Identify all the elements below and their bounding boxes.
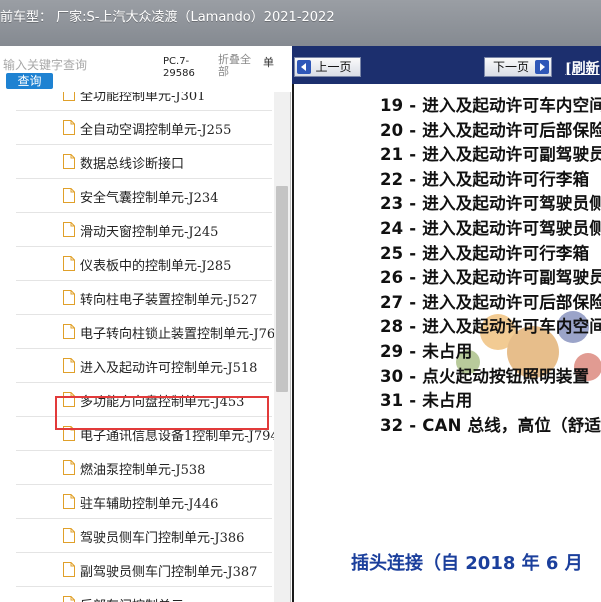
window-title: 前车型： 厂家:S-上汽大众凌渡（Lamando）2021-2022 (0, 10, 335, 25)
tree-item-label: 驾驶员侧车门控制单元-J386 (80, 531, 245, 546)
tree-item-label: 电子转向柱锁止装置控制单元-J764 (80, 327, 274, 342)
pin-line: 32 - CAN 总线，高位（舒适 (380, 415, 601, 435)
search-area: 查询 PC.7-29586 折叠全部 单 (0, 46, 291, 92)
document-icon (63, 92, 75, 101)
document-icon (63, 120, 75, 135)
document-icon (63, 222, 75, 237)
tree-item-label: 数据总线诊断接口 (80, 157, 185, 172)
pin-line: 21 - 进入及起动许可副驾驶员侧 (380, 145, 601, 165)
tree-item-label: 驻车辅助控制单元-J446 (80, 497, 219, 512)
tree-item[interactable]: 数据总线诊断接口 (16, 145, 272, 179)
tree-item[interactable]: 副驾驶员侧车门控制单元-J387 (16, 553, 272, 587)
pin-line: 29 - 未占用 (380, 342, 473, 361)
document-panel: 上一页 下一页 [刷新 19 - 进入及起动许可车内空间 20 - 进入及起动许可… (292, 46, 601, 602)
pin-line: 22 - 进入及起动许可行李箱 (380, 169, 590, 189)
page-toolbar: 上一页 下一页 [刷新 (292, 46, 601, 84)
tree-item[interactable]: 全功能控制单元-J301 (16, 92, 272, 111)
tree-item[interactable]: 安全气囊控制单元-J234 (16, 179, 272, 213)
pin-line: 24 - 进入及起动许可驾驶员侧 (380, 219, 601, 238)
tree-item-label: 燃油泵控制单元-J538 (80, 463, 206, 478)
document-icon (63, 188, 75, 203)
document-icon (63, 290, 75, 305)
tree-item-label: 仪表板中的控制单元-J285 (80, 259, 232, 274)
pin-line: 25 - 进入及起动许可行李箱 (380, 243, 590, 263)
unit-column-label: 单 (263, 56, 274, 69)
document-icon (63, 494, 75, 509)
document-icon (63, 460, 75, 475)
document-border (292, 84, 294, 602)
tree-item-label: 安全气囊控制单元-J234 (80, 191, 219, 206)
search-input[interactable] (3, 56, 158, 73)
pc-code-label: PC.7-29586 (163, 56, 195, 79)
pin-line: 28 - 进入及起动许可车内空间 (380, 317, 601, 337)
tree-item[interactable]: 仪表板中的控制单元-J285 (16, 247, 272, 281)
pin-line: 27 - 进入及起动许可后部保险杠 (380, 292, 601, 312)
collapse-all-button[interactable]: 折叠全部 (218, 54, 258, 78)
document-icon (63, 324, 75, 339)
tree-item-selected[interactable]: 进入及起动许可控制单元-J518 (16, 349, 272, 383)
tree-item-label: 进入及起动许可控制单元-J518 (80, 361, 258, 376)
pin-line: 30 - 点火起动按钮照明装置 (380, 366, 590, 386)
pin-line: 20 - 进入及起动许可后部保险杠 (380, 120, 601, 140)
prev-page-button[interactable]: 上一页 (294, 57, 361, 77)
tree-item[interactable]: 驻车辅助控制单元-J446 (16, 485, 272, 519)
tree-item-label: 全自动空调控制单元-J255 (80, 123, 232, 138)
tree-item-label: 后部车门控制单元 (80, 595, 184, 602)
tree-item[interactable]: 燃油泵控制单元-J538 (16, 451, 272, 485)
tree-item[interactable]: 全自动空调控制单元-J255 (16, 111, 272, 145)
tree-item[interactable]: 电子转向柱锁止装置控制单元-J764 (16, 315, 274, 349)
tree-item-label: 副驾驶员侧车门控制单元-J387 (80, 565, 258, 580)
document-view: 19 - 进入及起动许可车内空间 20 - 进入及起动许可后部保险杠 21 - 进入… (292, 84, 601, 602)
component-tree: 全功能控制单元-J301 全自动空调控制单元-J255 数据总线诊断接口安全气囊控制… (0, 92, 274, 602)
document-icon (63, 358, 75, 373)
tree-item[interactable]: 后部车门控制单元 (16, 587, 272, 602)
tree-item-label: 转向柱电子装置控制单元-J527 (80, 293, 258, 308)
pin-line: 31 - 未占用 (380, 391, 473, 411)
document-icon (63, 154, 75, 169)
document-icon (63, 256, 75, 271)
tree-item-label: 全功能控制单元-J301 (80, 92, 206, 104)
arrow-right-icon (535, 60, 549, 74)
title-bar: 前车型： 厂家:S-上汽大众凌渡（Lamando）2021-2022 (0, 0, 601, 46)
tree-item[interactable]: 驾驶员侧车门控制单元-J386 (16, 519, 272, 553)
document-icon (63, 596, 75, 602)
selection-highlight (55, 396, 269, 430)
pin-line: 19 - 进入及起动许可车内空间 (380, 96, 601, 115)
refresh-link[interactable]: [刷新 (565, 58, 600, 78)
document-icon (63, 562, 75, 577)
tree-scrollbar[interactable] (274, 92, 290, 602)
next-page-button[interactable]: 下一页 (484, 57, 552, 77)
pin-line: 23 - 进入及起动许可驾驶员侧 (380, 194, 601, 214)
document-icon (63, 528, 75, 543)
tree-item[interactable]: 转向柱电子装置控制单元-J527 (16, 281, 272, 315)
search-button[interactable]: 查询 (6, 73, 53, 89)
tree-item-label: 滑动天窗控制单元-J245 (80, 225, 219, 240)
plug-connection-heading: 插头连接（自 2018 年 6 月 (351, 553, 583, 574)
scrollbar-thumb[interactable] (276, 186, 288, 392)
pin-line: 26 - 进入及起动许可副驾驶员侧 (380, 268, 601, 288)
left-panel: 查询 PC.7-29586 折叠全部 单 全功能控制单元-J301 全自动空调控制… (0, 46, 291, 602)
arrow-left-icon (297, 60, 311, 74)
tree-item[interactable]: 滑动天窗控制单元-J245 (16, 213, 272, 247)
